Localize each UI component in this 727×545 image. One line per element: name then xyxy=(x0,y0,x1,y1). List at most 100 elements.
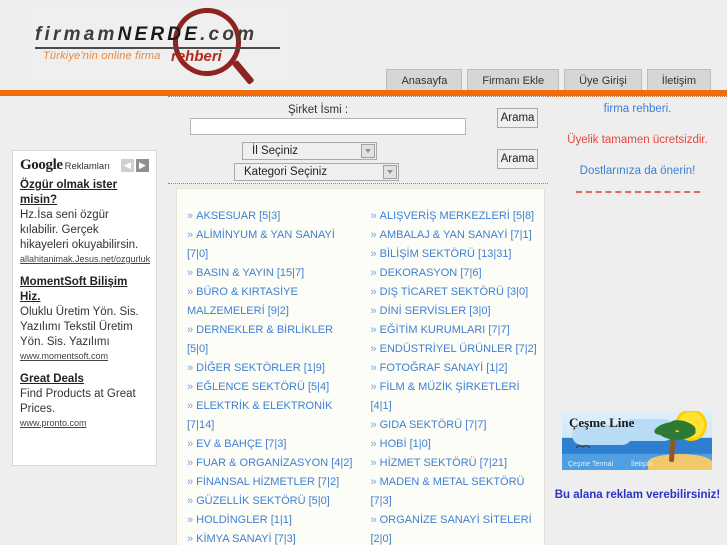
category-counts: [4|2] xyxy=(331,457,353,469)
category-link[interactable]: » ALİMİNYUM & YAN SANAYİ [7|0] xyxy=(181,226,357,264)
ad-space-caption[interactable]: Bu alana reklam verebilirsiniz! xyxy=(548,489,727,501)
ad-item: Özgür olmak ister misin? Hz.İsa seni özg… xyxy=(20,178,150,264)
category-link[interactable]: » ENDÜSTRİYEL ÜRÜNLER [7|2] xyxy=(365,340,541,359)
category-label: MADEN & METAL SEKTÖRÜ xyxy=(379,476,525,488)
category-counts: [1|2] xyxy=(486,362,508,374)
category-link[interactable]: » EĞLENCE SEKTÖRÜ [5|4] xyxy=(181,378,357,397)
ad-title[interactable]: MomentSoft Bilişim Hiz. xyxy=(20,275,149,305)
category-label: FOTOĞRAF SANAYİ xyxy=(379,362,484,374)
chevron-down-icon xyxy=(383,165,397,179)
nav-item-uye-girisi[interactable]: Üye Girişi xyxy=(564,69,642,90)
category-label: AKSESUAR xyxy=(196,210,257,222)
banner-link-termal[interactable]: Çeşme Termal xyxy=(568,461,613,468)
bullet-icon: » xyxy=(370,305,377,317)
search-button-category[interactable]: Arama xyxy=(497,149,538,169)
category-counts: [4|1] xyxy=(370,400,392,412)
category-link[interactable]: » EĞİTİM KURUMLARI [7|7] xyxy=(365,321,541,340)
bullet-icon: » xyxy=(187,267,194,279)
category-link[interactable]: » DEKORASYON [7|6] xyxy=(365,264,541,283)
ad-item: MomentSoft Bilişim Hiz. Oluklu Üretim Yö… xyxy=(20,275,149,361)
category-label: GÜZELLİK SEKTÖRÜ xyxy=(196,495,306,507)
category-counts: [5|0] xyxy=(187,343,209,355)
category-link[interactable]: » DİNİ SERVİSLER [3|0] xyxy=(365,302,541,321)
search-button-name[interactable]: Arama xyxy=(497,108,538,128)
ad-url[interactable]: www.momentsoft.com xyxy=(20,351,149,361)
category-select-value: Kategori Seçiniz xyxy=(244,166,328,178)
category-link[interactable]: » MADEN & METAL SEKTÖRÜ [7|3] xyxy=(365,473,541,511)
company-name-input[interactable] xyxy=(190,118,466,135)
category-counts: [7|3] xyxy=(274,533,296,545)
bullet-icon: » xyxy=(370,286,377,298)
category-counts: [7|2] xyxy=(515,343,537,355)
category-counts: [7|14] xyxy=(187,419,215,431)
category-counts: [1|0] xyxy=(409,438,431,450)
category-link[interactable]: » DIŞ TİCARET SEKTÖRÜ [3|0] xyxy=(365,283,541,302)
dashed-divider xyxy=(575,191,700,193)
ad-title[interactable]: Özgür olmak ister misin? xyxy=(20,178,149,208)
category-link[interactable]: » FİNANSAL HİZMETLER [7|2] xyxy=(181,473,357,492)
banner-link-iletisim[interactable]: İletişim xyxy=(631,461,653,468)
google-ads-label: Reklamları xyxy=(64,161,110,172)
category-counts: [7|1] xyxy=(510,229,532,241)
category-link[interactable]: » FİLM & MÜZİK ŞİRKETLERİ [4|1] xyxy=(365,378,541,416)
category-link[interactable]: » ORGANİZE SANAYİ SİTELERİ [2|0] xyxy=(365,511,541,545)
category-link[interactable]: » DERNEKLER & BİRLİKLER [5|0] xyxy=(181,321,357,359)
category-select[interactable]: Kategori Seçiniz xyxy=(234,163,399,181)
chevron-left-icon[interactable]: ◀ xyxy=(121,159,134,172)
category-link[interactable]: » GÜZELLİK SEKTÖRÜ [5|0] xyxy=(181,492,357,511)
category-label: AMBALAJ & YAN SANAYİ xyxy=(379,229,508,241)
category-link[interactable]: » FOTOĞRAF SANAYİ [1|2] xyxy=(365,359,541,378)
google-ads-header: Google Reklamları ◀ ▶ xyxy=(20,157,149,174)
category-link[interactable]: » AMBALAJ & YAN SANAYİ [7|1] xyxy=(365,226,541,245)
nav-item-iletisim[interactable]: İletişim xyxy=(646,69,711,90)
bullet-icon: » xyxy=(370,438,377,450)
category-label: GIDA SEKTÖRÜ xyxy=(379,419,463,431)
category-label: ORGANİZE SANAYİ SİTELERİ xyxy=(379,514,532,526)
ad-title[interactable]: Great Deals xyxy=(20,372,149,387)
nav-item-firmani-ekle[interactable]: Firmanı Ekle xyxy=(467,69,560,90)
category-label: ALIŞVERİŞ MERKEZLERİ xyxy=(379,210,510,222)
ad-body: Find Products at Great Prices. xyxy=(20,388,136,415)
category-link[interactable]: » BİLİŞİM SEKTÖRÜ [13|31] xyxy=(365,245,541,264)
category-link[interactable]: » AKSESUAR [5|3] xyxy=(181,207,357,226)
category-link[interactable]: » HİZMET SEKTÖRÜ [7|21] xyxy=(365,454,541,473)
category-link[interactable]: » EV & BAHÇE [7|3] xyxy=(181,435,357,454)
category-link[interactable]: » HOLDİNGLER [1|1] xyxy=(181,511,357,530)
category-label: DİNİ SERVİSLER xyxy=(379,305,467,317)
ad-url[interactable]: www.pronto.com xyxy=(20,418,149,428)
category-link[interactable]: » HOBİ [1|0] xyxy=(365,435,541,454)
site-logo[interactable]: firmamNERDE.com Türkiye'nin online firma… xyxy=(25,6,288,86)
city-select[interactable]: İl Seçiniz xyxy=(242,142,377,160)
category-link[interactable]: » FUAR & ORGANİZASYON [4|2] xyxy=(181,454,357,473)
ad-url[interactable]: allahitanimak.Jesus.net/ozgurluk xyxy=(20,254,150,264)
category-link[interactable]: » GIDA SEKTÖRÜ [7|7] xyxy=(365,416,541,435)
category-label: HOBİ xyxy=(379,438,407,450)
category-link[interactable]: » BASIN & YAYIN [15|7] xyxy=(181,264,357,283)
logo-underline xyxy=(35,47,280,49)
chevron-down-icon xyxy=(361,144,375,158)
logo-com-text: .com xyxy=(200,24,258,45)
site-header: firmamNERDE.com Türkiye'nin online firma… xyxy=(0,0,727,90)
page-root: firmamNERDE.com Türkiye'nin online firma… xyxy=(0,0,727,545)
category-columns: » AKSESUAR [5|3] » ALİMİNYUM & YAN SANAYİ … xyxy=(177,189,544,545)
bullet-icon: » xyxy=(187,438,194,450)
category-label: EV & BAHÇE xyxy=(196,438,263,450)
category-link[interactable]: » KİMYA SANAYİ [7|3] xyxy=(181,530,357,545)
category-label: ENDÜSTRİYEL ÜRÜNLER xyxy=(379,343,513,355)
category-link[interactable]: » ALIŞVERİŞ MERKEZLERİ [5|8] xyxy=(365,207,541,226)
category-link[interactable]: » BÜRO & KIRTASİYE MALZEMELERİ [9|2] xyxy=(181,283,357,321)
category-label: BİLİŞİM SEKTÖRÜ xyxy=(379,248,475,260)
ad-body: Oluklu Üretim Yön. Sis. Yazılımı Tekstil… xyxy=(20,306,139,348)
main-navigation: Anasayfa Firmanı Ekle Üye Girişi İletişi… xyxy=(386,69,727,91)
right-sidebar: firma rehberi. Üyelik tamamen ücretsizdi… xyxy=(548,96,727,545)
promo-line-recommend: Dostlarınıza da önerin! xyxy=(579,165,696,177)
category-counts: [1|1] xyxy=(270,514,292,526)
bullet-icon: » xyxy=(370,419,377,431)
category-link[interactable]: » DİĞER SEKTÖRLER [1|9] xyxy=(181,359,357,378)
category-label: DEKORASYON xyxy=(379,267,458,279)
category-link[interactable]: » ELEKTRİK & ELEKTRONİK [7|14] xyxy=(181,397,357,435)
google-ads-panel: Google Reklamları ◀ ▶ Özgür olmak ister m… xyxy=(12,150,157,466)
cesme-line-banner-ad[interactable]: Çeşme Line Çeşme Termal İletişim xyxy=(562,411,712,470)
chevron-right-icon[interactable]: ▶ xyxy=(136,159,149,172)
nav-item-anasayfa[interactable]: Anasayfa xyxy=(386,69,463,90)
